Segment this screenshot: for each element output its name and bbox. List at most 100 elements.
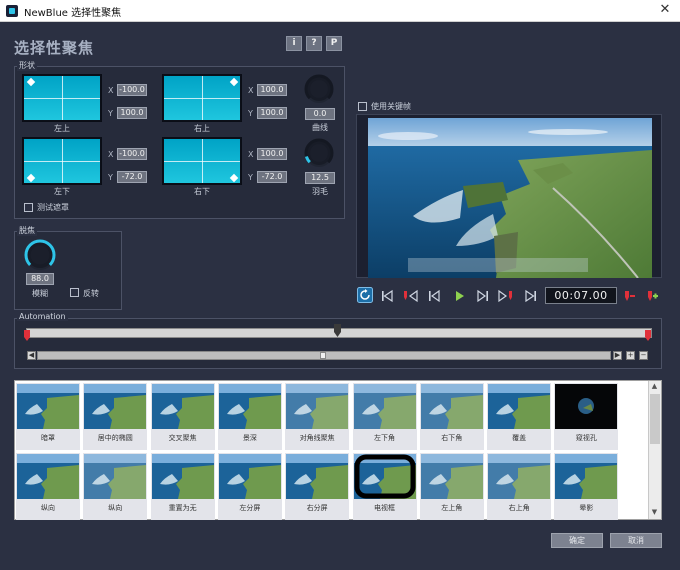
curve-knob[interactable] (303, 73, 335, 105)
preset-item[interactable]: 居中的椭圆 (83, 383, 148, 450)
play-icon[interactable] (452, 289, 466, 303)
previous-keyframe-icon[interactable] (401, 289, 419, 303)
preset-item[interactable]: 覆盖 (487, 383, 552, 450)
preset-thumbnail (353, 384, 416, 429)
preset-scroll-thumb[interactable] (650, 394, 660, 444)
close-button[interactable]: ✕ (656, 1, 674, 19)
preset-item[interactable]: 对角线聚焦 (285, 383, 350, 450)
corner-handle-icon[interactable] (26, 173, 36, 183)
cancel-button[interactable]: 取消 (610, 533, 662, 548)
blur-label: 模糊 (32, 289, 48, 298)
preset-item[interactable]: 左上角 (419, 453, 484, 520)
invert-checkbox[interactable] (70, 288, 79, 297)
timecode-display[interactable]: 00:07.00 (545, 287, 617, 304)
window-title: NewBlue 选择性聚焦 (24, 8, 122, 19)
info-button[interactable]: i (286, 36, 302, 51)
curve-label: 曲线 (312, 123, 328, 132)
curve-value[interactable]: 0.0 (305, 108, 335, 120)
test-mask-checkbox[interactable] (24, 203, 33, 212)
bottom-left-x-field[interactable]: -100.0 (117, 148, 147, 160)
use-keyframes-label: 使用关键帧 (371, 102, 411, 111)
top-left-y-field[interactable]: 100.0 (117, 107, 147, 119)
preset-thumbnail (286, 454, 349, 499)
preset-item[interactable]: 左下角 (352, 383, 417, 450)
preset-thumbnail (84, 454, 147, 499)
app-icon (6, 5, 18, 17)
top-left-x-label: X (108, 86, 114, 95)
scroll-thumb[interactable] (320, 352, 326, 359)
preset-item[interactable]: 电视框 (352, 453, 417, 520)
corner-handle-icon[interactable] (229, 173, 239, 183)
preset-label: 覆盖 (512, 434, 527, 442)
preset-thumbnail (353, 454, 416, 499)
help-button[interactable]: ? (306, 36, 322, 51)
shape-group-label: 形状 (17, 60, 37, 71)
preset-label: 居中的椭圆 (97, 434, 133, 442)
previous-frame-icon[interactable] (427, 289, 441, 303)
preset-thumbnail (420, 384, 483, 429)
use-keyframes-checkbox[interactable] (358, 102, 367, 111)
presets-button[interactable]: P (326, 36, 342, 51)
top-left-x-field[interactable]: -100.0 (117, 84, 147, 96)
go-to-end-icon[interactable] (524, 289, 538, 303)
ok-button[interactable]: 确定 (551, 533, 603, 548)
top-right-x-field[interactable]: 100.0 (257, 84, 287, 96)
preset-thumbnail (218, 384, 281, 429)
preset-item[interactable]: 晕影 (554, 453, 619, 520)
top-right-preview[interactable] (162, 74, 242, 122)
end-keyframe-marker-icon[interactable] (644, 330, 652, 342)
bottom-left-label: 左下 (54, 187, 70, 196)
scroll-down-icon[interactable]: ▼ (649, 508, 660, 518)
go-to-start-icon[interactable] (380, 289, 394, 303)
preset-item[interactable]: 右分屏 (285, 453, 350, 520)
dialog-heading: 选择性聚焦 (14, 39, 95, 57)
next-frame-icon[interactable] (476, 289, 490, 303)
preset-item[interactable]: 纵向 (16, 453, 80, 520)
scroll-left-button[interactable]: ◀ (27, 351, 36, 360)
scroll-right-button[interactable]: ▶ (613, 351, 622, 360)
corner-handle-icon[interactable] (229, 77, 239, 87)
preset-item[interactable]: 右上角 (487, 453, 552, 520)
preset-item[interactable]: 交叉聚焦 (150, 383, 215, 450)
scroll-up-icon[interactable]: ▲ (649, 382, 660, 392)
loop-icon[interactable] (357, 287, 373, 303)
remove-keyframe-icon[interactable] (622, 289, 636, 303)
preset-item[interactable]: 窥视孔 (554, 383, 619, 450)
blur-knob[interactable] (23, 238, 57, 272)
playhead-icon[interactable] (333, 324, 342, 338)
preset-label: 暗罩 (41, 434, 55, 442)
bottom-right-y-label: Y (248, 173, 253, 182)
preset-item[interactable]: 暗罩 (16, 383, 80, 450)
preset-label: 右分屏 (306, 504, 328, 512)
preset-label: 交叉聚焦 (168, 434, 197, 442)
preset-label: 左分屏 (239, 504, 261, 512)
top-right-y-field[interactable]: 100.0 (257, 107, 287, 119)
bottom-left-y-field[interactable]: -72.0 (117, 171, 147, 183)
corner-handle-icon[interactable] (26, 77, 36, 87)
preset-thumbnail (218, 454, 281, 499)
zoom-out-button[interactable]: − (639, 351, 648, 360)
top-left-preview[interactable] (22, 74, 102, 122)
blur-value[interactable]: 88.0 (26, 273, 54, 285)
add-keyframe-icon[interactable] (645, 289, 659, 303)
bottom-right-x-field[interactable]: 100.0 (257, 148, 287, 160)
next-keyframe-icon[interactable] (497, 289, 515, 303)
top-right-y-label: Y (248, 109, 253, 118)
preset-label: 对角线聚焦 (299, 434, 335, 442)
preset-item[interactable]: 景深 (217, 383, 282, 450)
zoom-in-button[interactable]: + (626, 351, 635, 360)
top-right-label: 右上 (194, 124, 210, 133)
feather-knob[interactable] (303, 137, 335, 169)
preset-item[interactable]: 右下角 (419, 383, 484, 450)
bottom-right-preview[interactable] (162, 137, 242, 185)
preset-label: 左下角 (374, 434, 395, 442)
bottom-right-y-field[interactable]: -72.0 (257, 171, 287, 183)
preset-item[interactable]: 左分屏 (217, 453, 282, 520)
preset-item[interactable]: 重置为无 (150, 453, 215, 520)
start-keyframe-marker-icon[interactable] (23, 330, 31, 342)
preset-item[interactable]: 纵向 (83, 453, 148, 520)
feather-value[interactable]: 12.5 (305, 172, 335, 184)
preset-thumbnail (84, 384, 147, 429)
bottom-left-preview[interactable] (22, 137, 102, 185)
preset-label: 纵向 (41, 504, 55, 512)
